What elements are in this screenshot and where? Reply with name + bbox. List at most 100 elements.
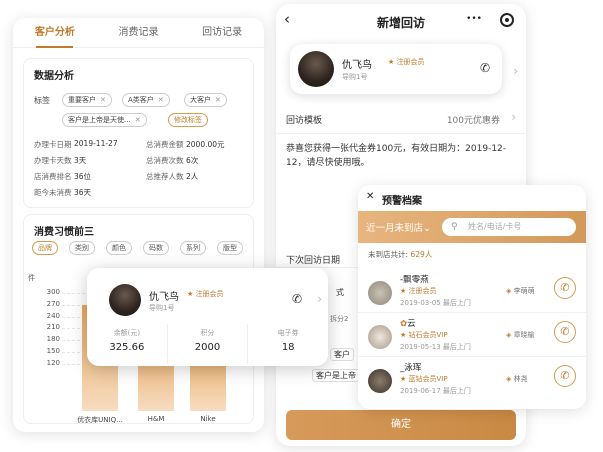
last-visit-label: 最后上门 [442,343,471,351]
guide-name: 林尧 [513,375,528,383]
filter-brand[interactable]: 品牌 [32,241,58,255]
tab-bar: 客户分析 消费记录 回访记录 [13,18,264,48]
list-item[interactable]: _泳珲 ★ 蓝钻会员VIP 2019-06-17 最后上门 ◈ 林尧 ✆ [358,357,586,401]
filter-color[interactable]: 颜色 [106,241,132,255]
template-value: 100元优惠券 [446,116,500,126]
tag-label: 重要客户 [68,96,96,104]
data-analysis-title: 数据分析 [34,71,74,82]
member-badge: ★ 注册会员 [187,289,224,299]
split-fragment: 拆分2 [330,315,349,323]
stat-value: 2000.00元 [186,140,225,149]
guide-tag: ◈ 章晓榆 [506,330,535,340]
last-visit-date: 2019-06-17 [400,387,441,395]
search-placeholder: 姓名/电话/卡号 [468,222,522,231]
template-row[interactable]: 回访模板 100元优惠券 › [276,104,526,134]
period-filter[interactable]: 近一月未到店⌄ [366,220,431,234]
tag-chip[interactable]: A类客户 ✕ [122,93,170,107]
stat-key: 总推荐人数 [146,172,184,181]
last-visit-label: 最后上门 [442,299,471,307]
list-item[interactable]: ✿云 ★ 钻石会员VIP 2019-05-13 最后上门 ◈ 章晓榆 ✆ [358,313,586,357]
edit-tags-button[interactable]: 修改标签 [168,113,208,127]
tag-chip[interactable]: 大客户 ✕ [184,93,227,107]
y-tick-label: 240 [46,311,60,320]
more-icon[interactable]: ••• [466,14,482,24]
filter-series[interactable]: 系列 [180,241,206,255]
remove-icon[interactable]: ✕ [100,96,106,104]
stat-key: 总消费金额 [146,140,184,149]
search-input[interactable]: ⚲ 姓名/电话/卡号 [442,218,576,236]
guide-name: 导购1号 [342,73,368,81]
close-mini-program-icon[interactable] [500,13,514,27]
y-tick-label: 120 [46,358,60,367]
count-label: 未到店共计: [368,250,409,259]
remove-icon[interactable]: ✕ [135,116,141,124]
tab-visit-records[interactable]: 回访记录 [180,18,264,47]
star-icon: ★ [400,375,407,383]
member-badge: ★ 注册会员 [388,57,425,67]
last-visit-label: 最后上门 [442,387,471,395]
tag-fragment: 客户是上帝 [312,369,360,382]
tab-customer-analysis[interactable]: 客户分析 [13,18,97,48]
stat-item: 总消费金额 2000.00元 [146,139,225,150]
stat-value: 3天 [74,156,87,165]
confirm-button[interactable]: 确定 [286,410,516,440]
chevron-right-icon: › [317,292,322,306]
call-button[interactable]: ✆ [554,365,576,387]
stat-item: 办理卡天数 3天 [34,155,86,166]
stat-value: 6次 [186,156,199,165]
phone-icon[interactable]: ✆ [292,292,302,306]
y-tick-label: 150 [46,347,60,355]
star-icon: ★ [400,331,407,339]
y-tick-label: 300 [46,288,60,296]
message-text[interactable]: 恭喜您获得一张代金券100元，有效日期为：2019-12-12，请尽快使用哦。 [286,142,516,170]
star-icon: ★ [187,290,194,298]
tag-chip[interactable]: 客户是上帝是天使... ✕ [62,113,147,127]
stat-value: 325.66 [109,342,145,353]
guide-name: 李萌萌 [513,287,535,295]
remove-icon[interactable]: ✕ [215,96,221,104]
stat-value: 36天 [74,188,92,197]
member-badge: ★ 蓝钻会员VIP [400,374,448,384]
member-card[interactable]: 仇飞鸟 ★ 注册会员 导购1号 ✆ › 余额(元) 325.66 积分 2000… [87,268,328,366]
person-name: ✿云 [400,317,416,329]
tag-label: 大客户 [190,96,211,104]
stat-value: 2人 [186,172,199,181]
filter-size[interactable]: 码数 [143,241,169,255]
chevron-right-icon: › [511,110,516,124]
y-tick-label: 180 [46,335,60,344]
customer-card[interactable]: 仇飞鸟 ★ 注册会员 导购1号 ✆ [290,44,502,94]
avatar [368,369,392,393]
member-badge-label: 注册会员 [195,290,224,298]
star-icon: ★ [400,287,407,295]
person-name: -飘零燕 [400,275,429,285]
stat-value: 18 [281,342,295,353]
tag-icon: ◈ [506,287,512,295]
list-item[interactable]: -飘零燕 ★ 注册会员 2019-03-05 最后上门 ◈ 李萌萌 ✆ [358,269,586,313]
tab-consumption-records[interactable]: 消费记录 [97,18,181,47]
filter-category[interactable]: 类别 [69,241,95,255]
close-icon[interactable]: ✕ [366,191,374,202]
tag-icon: ◈ [506,375,512,383]
stat-value: 2019-11-27 [74,139,118,148]
stat-key: 办理卡日期 [34,140,72,149]
tag-chip[interactable]: 重要客户 ✕ [62,93,112,107]
stat-points: 积分 2000 [166,324,248,364]
avatar [368,325,392,349]
filter-fit[interactable]: 版型 [217,241,243,255]
call-button[interactable]: ✆ [554,277,576,299]
tag-fragment: 客户 [330,348,354,361]
x-tick-label: Nike [200,415,216,423]
member-badge-label: 蓝钻会员VIP [408,375,448,383]
template-label: 回访模板 [286,116,323,126]
chevron-right-icon: › [513,64,518,78]
member-badge-label: 注册会员 [396,58,425,66]
remove-icon[interactable]: ✕ [158,96,164,104]
x-tick-label: H&M [147,415,165,423]
way-fragment: 式 [336,288,344,297]
phone-icon[interactable]: ✆ [480,61,490,75]
stat-item: 办理卡日期 2019-11-27 [34,139,118,150]
stat-item: 总推荐人数 2人 [146,171,198,182]
y-tick-label: 210 [46,323,60,332]
period-filter-label: 近一月未到店 [366,223,424,234]
call-button[interactable]: ✆ [554,321,576,343]
